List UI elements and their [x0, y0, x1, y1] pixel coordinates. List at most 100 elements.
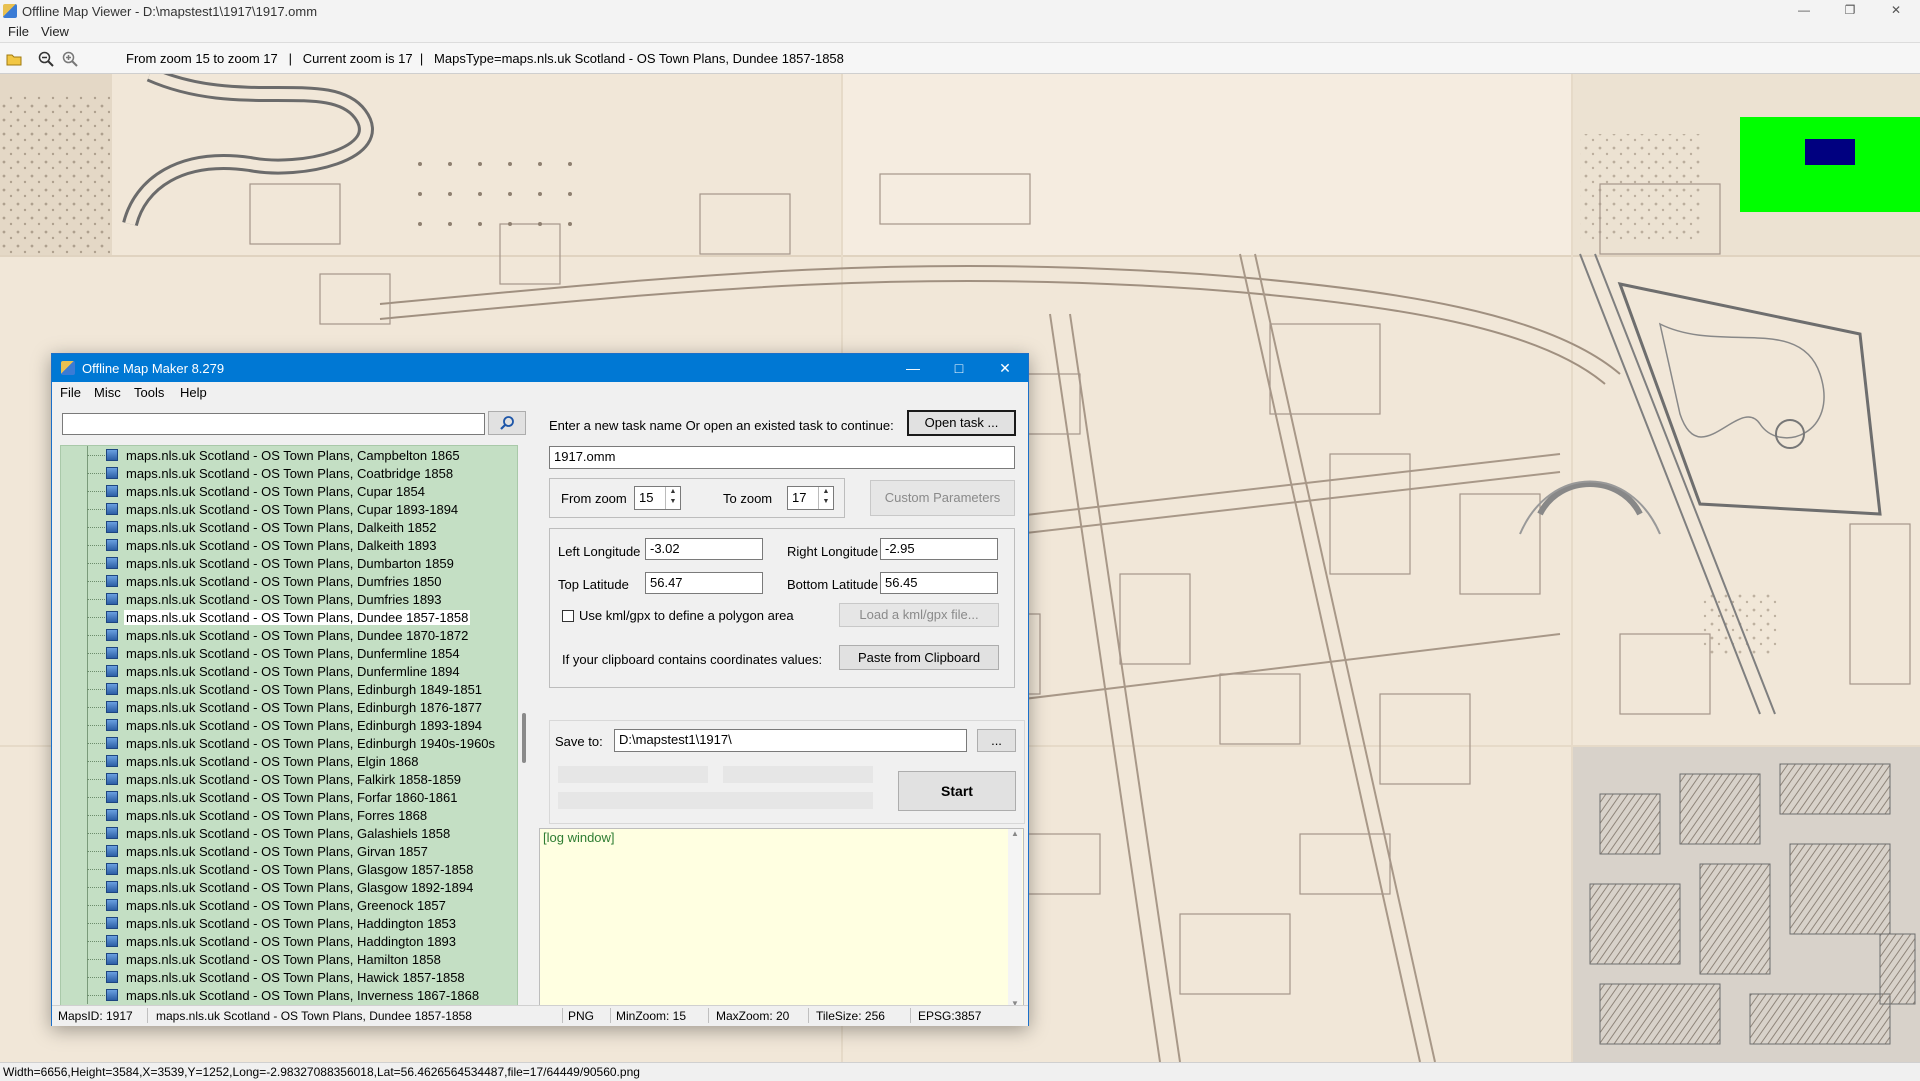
tree-item[interactable]: maps.nls.uk Scotland - OS Town Plans, Fa…	[61, 770, 501, 788]
tree-item[interactable]: maps.nls.uk Scotland - OS Town Plans, Ga…	[61, 824, 501, 842]
menu-view[interactable]: View	[41, 24, 69, 39]
tree-item[interactable]: maps.nls.uk Scotland - OS Town Plans, Ed…	[61, 698, 501, 716]
dialog-menu-misc[interactable]: Misc	[94, 385, 121, 400]
tree-item[interactable]: maps.nls.uk Scotland - OS Town Plans, Ha…	[61, 950, 501, 968]
tree-item[interactable]: maps.nls.uk Scotland - OS Town Plans, In…	[61, 986, 501, 1004]
dialog-titlebar: Offline Map Maker 8.279 — □ ✕	[52, 354, 1028, 382]
tree-item[interactable]: maps.nls.uk Scotland - OS Town Plans, Ha…	[61, 968, 501, 986]
tree-item[interactable]: maps.nls.uk Scotland - OS Town Plans, Ca…	[61, 446, 501, 464]
tree-item[interactable]: maps.nls.uk Scotland - OS Town Plans, Du…	[61, 662, 501, 680]
to-zoom-arrows[interactable]: ▲ ▼	[818, 487, 833, 509]
tree-branch-line	[87, 563, 105, 565]
dialog-maximize-button[interactable]: □	[936, 354, 982, 382]
right-longitude-label: Right Longitude	[787, 544, 879, 559]
dialog-close-button[interactable]: ✕	[982, 354, 1028, 382]
dialog-menu-tools[interactable]: Tools	[134, 385, 164, 400]
map-layer-icon	[106, 935, 118, 947]
dialog-app-icon	[61, 361, 75, 375]
map-layer-icon	[106, 989, 118, 1001]
maps-tree-list[interactable]: maps.nls.uk Scotland - OS Town Plans, Ca…	[60, 445, 518, 1009]
log-scroll-up-icon[interactable]: ▲	[1008, 829, 1022, 838]
save-to-input[interactable]: D:\mapstest1\1917\	[614, 729, 967, 752]
tree-item[interactable]: maps.nls.uk Scotland - OS Town Plans, Du…	[61, 644, 501, 662]
search-icon	[500, 416, 514, 430]
tree-item[interactable]: maps.nls.uk Scotland - OS Town Plans, Da…	[61, 518, 501, 536]
tree-item-label: maps.nls.uk Scotland - OS Town Plans, Du…	[126, 664, 460, 679]
tree-branch-line	[87, 887, 105, 889]
map-layer-icon	[106, 863, 118, 875]
to-zoom-label: To zoom	[723, 491, 773, 506]
tree-item[interactable]: maps.nls.uk Scotland - OS Town Plans, Fo…	[61, 806, 501, 824]
from-zoom-spinner[interactable]: 15 ▲ ▼	[634, 486, 681, 510]
tree-branch-line	[87, 455, 105, 457]
tree-item[interactable]: maps.nls.uk Scotland - OS Town Plans, Du…	[61, 608, 501, 626]
custom-parameters-button[interactable]: Custom Parameters	[870, 480, 1015, 516]
tree-item-label: maps.nls.uk Scotland - OS Town Plans, Ha…	[126, 952, 441, 967]
tree-item[interactable]: maps.nls.uk Scotland - OS Town Plans, Ha…	[61, 914, 501, 932]
zoom-in-icon[interactable]	[62, 51, 78, 67]
tree-branch-line	[87, 527, 105, 529]
tree-item[interactable]: maps.nls.uk Scotland - OS Town Plans, Co…	[61, 464, 501, 482]
tree-item[interactable]: maps.nls.uk Scotland - OS Town Plans, Fo…	[61, 788, 501, 806]
tree-item-label: maps.nls.uk Scotland - OS Town Plans, Fa…	[126, 772, 462, 787]
restore-button[interactable]: ❐	[1827, 0, 1873, 22]
use-kml-checkbox[interactable]	[562, 610, 574, 622]
menu-file[interactable]: File	[8, 24, 29, 39]
tree-item[interactable]: maps.nls.uk Scotland - OS Town Plans, Gr…	[61, 896, 501, 914]
open-task-button[interactable]: Open task ...	[907, 410, 1016, 436]
log-window[interactable]: [log window] ▲ ▼	[539, 828, 1024, 1009]
dialog-minimize-button[interactable]: —	[890, 354, 936, 382]
map-layer-icon	[106, 467, 118, 479]
viewer-menubar: File View	[0, 22, 1920, 42]
top-latitude-input[interactable]: 56.47	[645, 572, 763, 594]
log-scrollbar[interactable]: ▲ ▼	[1008, 829, 1022, 1008]
tree-item[interactable]: maps.nls.uk Scotland - OS Town Plans, Ed…	[61, 734, 501, 752]
map-layer-icon	[106, 827, 118, 839]
tree-item-label: maps.nls.uk Scotland - OS Town Plans, Co…	[126, 466, 454, 481]
tree-item-label: maps.nls.uk Scotland - OS Town Plans, Du…	[126, 574, 442, 589]
to-zoom-spinner[interactable]: 17 ▲ ▼	[787, 486, 834, 510]
tree-item[interactable]: maps.nls.uk Scotland - OS Town Plans, Ed…	[61, 716, 501, 734]
viewer-status-text: Width=6656,Height=3584,X=3539,Y=1252,Lon…	[3, 1065, 640, 1079]
tree-item[interactable]: maps.nls.uk Scotland - OS Town Plans, Du…	[61, 554, 501, 572]
tree-item[interactable]: maps.nls.uk Scotland - OS Town Plans, Du…	[61, 590, 501, 608]
right-longitude-input[interactable]: -2.95	[880, 538, 998, 560]
tree-item[interactable]: maps.nls.uk Scotland - OS Town Plans, Cu…	[61, 482, 501, 500]
tree-item[interactable]: maps.nls.uk Scotland - OS Town Plans, Ed…	[61, 680, 501, 698]
top-latitude-label: Top Latitude	[558, 577, 629, 592]
search-button[interactable]	[488, 411, 526, 435]
dialog-menu-help[interactable]: Help	[180, 385, 207, 400]
tree-item[interactable]: maps.nls.uk Scotland - OS Town Plans, Gl…	[61, 860, 501, 878]
browse-button[interactable]: ...	[977, 729, 1016, 752]
start-button[interactable]: Start	[898, 771, 1016, 811]
minimize-button[interactable]: —	[1781, 0, 1827, 22]
dialog-menu-file[interactable]: File	[60, 385, 81, 400]
tree-item[interactable]: maps.nls.uk Scotland - OS Town Plans, Da…	[61, 536, 501, 554]
maps-search-input[interactable]	[62, 413, 485, 435]
tree-branch-line	[87, 599, 105, 601]
left-longitude-input[interactable]: -3.02	[645, 538, 763, 560]
tree-item[interactable]: maps.nls.uk Scotland - OS Town Plans, Cu…	[61, 500, 501, 518]
paste-clipboard-button[interactable]: Paste from Clipboard	[839, 645, 999, 670]
load-kml-button[interactable]: Load a kml/gpx file...	[839, 603, 999, 627]
from-zoom-arrows[interactable]: ▲ ▼	[665, 487, 680, 509]
open-folder-icon[interactable]	[6, 51, 22, 67]
tree-item-label: maps.nls.uk Scotland - OS Town Plans, Ed…	[126, 736, 496, 751]
bottom-latitude-input[interactable]: 56.45	[880, 572, 998, 594]
from-zoom-value: 15	[639, 490, 654, 505]
tree-item[interactable]: maps.nls.uk Scotland - OS Town Plans, Du…	[61, 626, 501, 644]
save-to-label: Save to:	[555, 734, 603, 749]
tree-item[interactable]: maps.nls.uk Scotland - OS Town Plans, Gi…	[61, 842, 501, 860]
close-button[interactable]: ✕	[1873, 0, 1919, 22]
tree-item[interactable]: maps.nls.uk Scotland - OS Town Plans, Gl…	[61, 878, 501, 896]
tree-item[interactable]: maps.nls.uk Scotland - OS Town Plans, El…	[61, 752, 501, 770]
tree-item-label: maps.nls.uk Scotland - OS Town Plans, Du…	[126, 628, 469, 643]
zoom-out-icon[interactable]	[38, 51, 54, 67]
tree-item[interactable]: maps.nls.uk Scotland - OS Town Plans, Du…	[61, 572, 501, 590]
tree-branch-line	[87, 959, 105, 961]
tree-scrollbar-thumb[interactable]	[522, 713, 526, 763]
tree-branch-line	[87, 923, 105, 925]
task-name-input[interactable]: 1917.omm	[549, 446, 1015, 469]
tree-item[interactable]: maps.nls.uk Scotland - OS Town Plans, Ha…	[61, 932, 501, 950]
tree-scrollbar[interactable]	[518, 445, 532, 1009]
